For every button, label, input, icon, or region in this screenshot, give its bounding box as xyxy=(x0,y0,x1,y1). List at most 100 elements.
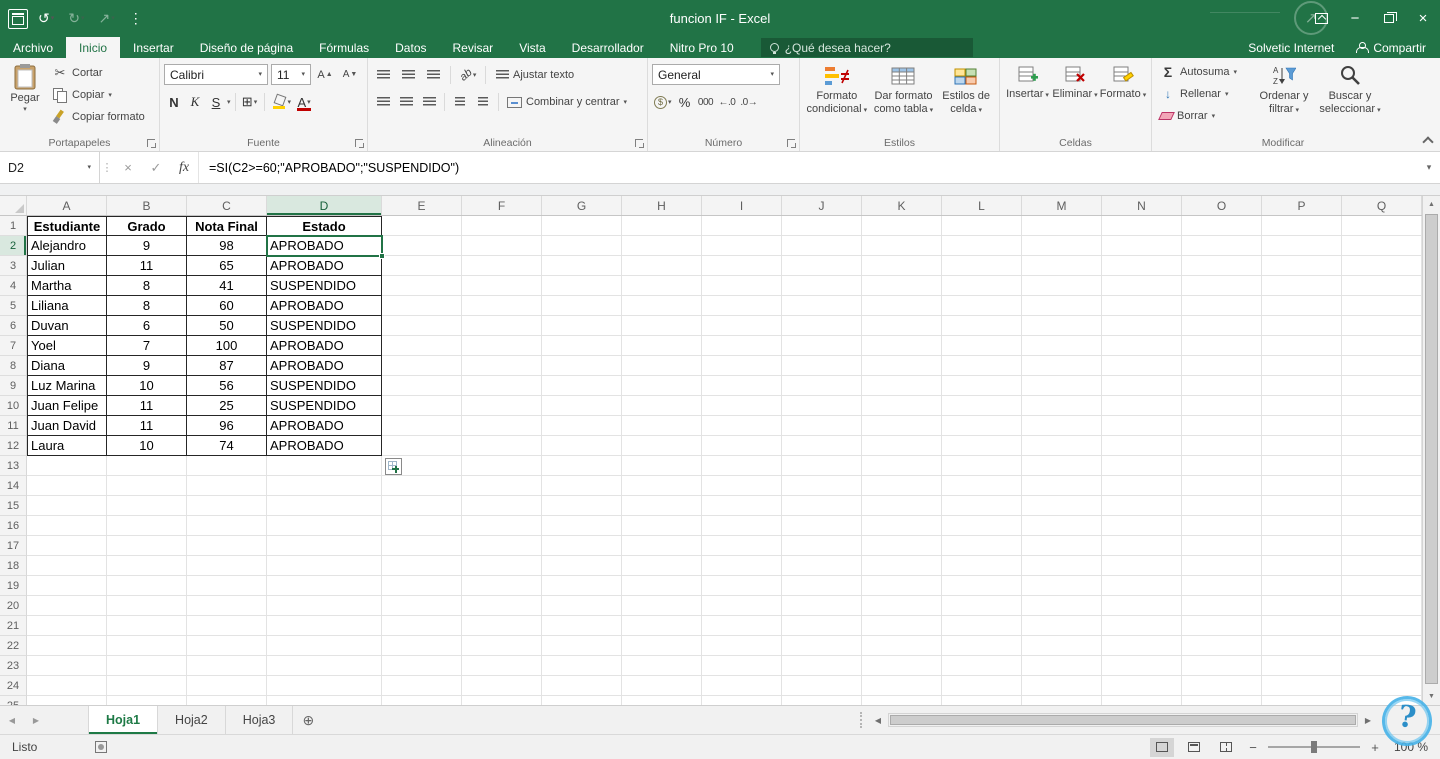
cell-H11[interactable] xyxy=(622,416,702,436)
cell-M4[interactable] xyxy=(1022,276,1102,296)
cell-F21[interactable] xyxy=(462,616,542,636)
cell-O22[interactable] xyxy=(1182,636,1262,656)
cell-J3[interactable] xyxy=(782,256,862,276)
cell-F10[interactable] xyxy=(462,396,542,416)
cell-D25[interactable] xyxy=(267,696,382,705)
cell-Q20[interactable] xyxy=(1342,596,1422,616)
cell-B8[interactable]: 9 xyxy=(107,356,187,376)
cell-F15[interactable] xyxy=(462,496,542,516)
cell-Q14[interactable] xyxy=(1342,476,1422,496)
cell-Q15[interactable] xyxy=(1342,496,1422,516)
cell-styles-button[interactable]: Estilos de celda▾ xyxy=(937,61,995,116)
cell-C2[interactable]: 98 xyxy=(187,236,267,256)
cell-L17[interactable] xyxy=(942,536,1022,556)
name-box[interactable]: D2▾ xyxy=(0,152,100,183)
cell-C21[interactable] xyxy=(187,616,267,636)
align-right-button[interactable] xyxy=(418,92,440,112)
cell-P4[interactable] xyxy=(1262,276,1342,296)
cell-M10[interactable] xyxy=(1022,396,1102,416)
cell-L14[interactable] xyxy=(942,476,1022,496)
cell-F24[interactable] xyxy=(462,676,542,696)
zoom-in-button[interactable]: + xyxy=(1368,740,1382,755)
insert-cells-button[interactable]: Insertar▾ xyxy=(1004,61,1051,101)
cell-H13[interactable] xyxy=(622,456,702,476)
cell-C1[interactable]: Nota Final xyxy=(187,216,267,236)
cell-E20[interactable] xyxy=(382,596,462,616)
cell-J6[interactable] xyxy=(782,316,862,336)
cell-Q6[interactable] xyxy=(1342,316,1422,336)
new-sheet-button[interactable]: ⊕ xyxy=(293,706,323,734)
select-all-corner[interactable] xyxy=(0,196,27,215)
cell-J19[interactable] xyxy=(782,576,862,596)
cell-O15[interactable] xyxy=(1182,496,1262,516)
cell-D18[interactable] xyxy=(267,556,382,576)
fill-button[interactable]: ↓Rellenar▾ xyxy=(1156,83,1252,105)
italic-button[interactable]: K xyxy=(185,92,205,112)
cell-H8[interactable] xyxy=(622,356,702,376)
fill-color-button[interactable]: ▾ xyxy=(269,92,294,112)
row-header-7[interactable]: 7 xyxy=(0,336,27,356)
cell-B23[interactable] xyxy=(107,656,187,676)
row-header-21[interactable]: 21 xyxy=(0,616,27,636)
cell-G22[interactable] xyxy=(542,636,622,656)
conditional-formatting-button[interactable]: Formato condicional▾ xyxy=(804,61,870,116)
cell-K22[interactable] xyxy=(862,636,942,656)
cell-J20[interactable] xyxy=(782,596,862,616)
cell-F19[interactable] xyxy=(462,576,542,596)
cell-B15[interactable] xyxy=(107,496,187,516)
insert-function-button[interactable]: fx xyxy=(170,152,198,183)
bold-button[interactable]: N xyxy=(164,92,184,112)
cell-Q5[interactable] xyxy=(1342,296,1422,316)
cell-A9[interactable]: Luz Marina xyxy=(27,376,107,396)
tell-me-search[interactable]: ¿Qué desea hacer? xyxy=(761,38,973,57)
cell-J1[interactable] xyxy=(782,216,862,236)
cell-E2[interactable] xyxy=(382,236,462,256)
cell-L12[interactable] xyxy=(942,436,1022,456)
row-header-10[interactable]: 10 xyxy=(0,396,27,416)
cell-P18[interactable] xyxy=(1262,556,1342,576)
cell-O12[interactable] xyxy=(1182,436,1262,456)
cell-H7[interactable] xyxy=(622,336,702,356)
numero-dialog-launcher[interactable] xyxy=(787,139,795,147)
cell-A1[interactable]: Estudiante xyxy=(27,216,107,236)
cell-K10[interactable] xyxy=(862,396,942,416)
sheet-tab-hoja1[interactable]: Hoja1 xyxy=(88,706,158,734)
column-header-Q[interactable]: Q xyxy=(1342,196,1422,215)
cell-L19[interactable] xyxy=(942,576,1022,596)
cell-P21[interactable] xyxy=(1262,616,1342,636)
auto-fill-options-button[interactable] xyxy=(385,458,402,475)
cell-M23[interactable] xyxy=(1022,656,1102,676)
cell-M22[interactable] xyxy=(1022,636,1102,656)
cell-D4[interactable]: SUSPENDIDO xyxy=(267,276,382,296)
cell-M12[interactable] xyxy=(1022,436,1102,456)
cell-D20[interactable] xyxy=(267,596,382,616)
cell-P9[interactable] xyxy=(1262,376,1342,396)
column-header-M[interactable]: M xyxy=(1022,196,1102,215)
clear-button[interactable]: Borrar▾ xyxy=(1156,105,1252,127)
cell-F18[interactable] xyxy=(462,556,542,576)
align-left-button[interactable] xyxy=(372,92,394,112)
cell-M13[interactable] xyxy=(1022,456,1102,476)
cell-I13[interactable] xyxy=(702,456,782,476)
formula-input[interactable]: =SI(C2>=60;"APROBADO";"SUSPENDIDO") xyxy=(198,152,1418,183)
macro-record-button[interactable] xyxy=(95,741,107,753)
cell-I12[interactable] xyxy=(702,436,782,456)
cell-N6[interactable] xyxy=(1102,316,1182,336)
cell-L25[interactable] xyxy=(942,696,1022,705)
cell-N23[interactable] xyxy=(1102,656,1182,676)
cell-A23[interactable] xyxy=(27,656,107,676)
row-header-16[interactable]: 16 xyxy=(0,516,27,536)
cell-N11[interactable] xyxy=(1102,416,1182,436)
merge-center-button[interactable]: Combinar y centrar▾ xyxy=(503,91,631,113)
cell-O8[interactable] xyxy=(1182,356,1262,376)
borders-button[interactable]: ⊞▾ xyxy=(240,92,260,112)
cell-F8[interactable] xyxy=(462,356,542,376)
cell-L24[interactable] xyxy=(942,676,1022,696)
cell-E1[interactable] xyxy=(382,216,462,236)
cell-Q25[interactable] xyxy=(1342,696,1422,705)
cell-L6[interactable] xyxy=(942,316,1022,336)
cell-J23[interactable] xyxy=(782,656,862,676)
cell-C15[interactable] xyxy=(187,496,267,516)
cell-K6[interactable] xyxy=(862,316,942,336)
cell-P25[interactable] xyxy=(1262,696,1342,705)
